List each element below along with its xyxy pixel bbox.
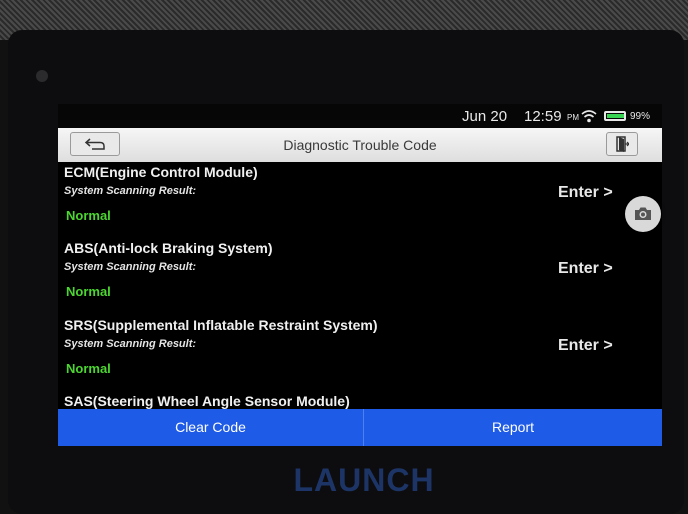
- scan-status: Normal: [66, 361, 111, 376]
- title-bar: Diagnostic Trouble Code: [58, 128, 662, 162]
- tablet-screen: Jun 20 12:59 PM 99% Diagnostic Trouble C…: [58, 104, 662, 446]
- system-list: ECM(Engine Control Module) System Scanni…: [58, 162, 662, 412]
- clear-code-button[interactable]: Clear Code: [58, 409, 364, 446]
- system-name: SAS(Steering Wheel Angle Sensor Module): [64, 393, 350, 409]
- brand-logo: LAUNCH: [293, 462, 435, 498]
- enter-button[interactable]: Enter >: [558, 260, 613, 278]
- back-arrow-icon: [84, 138, 105, 150]
- scan-result-label: System Scanning Result:: [64, 261, 197, 273]
- camera-icon: [635, 207, 651, 220]
- wifi-icon: [581, 110, 597, 123]
- system-name: SRS(Supplemental Inflatable Restraint Sy…: [64, 317, 378, 333]
- battery-icon: [604, 111, 626, 121]
- page-title: Diagnostic Trouble Code: [283, 137, 437, 153]
- battery-percent: 99%: [630, 111, 651, 122]
- exit-button[interactable]: [606, 132, 638, 156]
- status-bar: Jun 20 12:59 PM 99%: [58, 104, 662, 128]
- status-time: 12:59: [524, 108, 562, 125]
- system-name: ABS(Anti-lock Braking System): [64, 240, 273, 256]
- back-button[interactable]: [70, 132, 120, 156]
- exit-icon: [616, 136, 630, 152]
- scan-result-label: System Scanning Result:: [64, 185, 197, 197]
- system-name: ECM(Engine Control Module): [64, 164, 258, 180]
- status-date: Jun 20: [462, 108, 508, 125]
- screenshot-button[interactable]: [625, 196, 661, 232]
- front-camera: [36, 70, 48, 82]
- scan-status: Normal: [66, 208, 111, 223]
- enter-button[interactable]: Enter >: [558, 184, 613, 202]
- status-ampm: PM: [567, 113, 579, 122]
- report-button[interactable]: Report: [364, 409, 662, 446]
- scan-result-label: System Scanning Result:: [64, 338, 197, 350]
- scan-status: Normal: [66, 284, 111, 299]
- battery-level: [607, 114, 624, 118]
- bottom-action-bar: Clear Code Report: [58, 409, 662, 446]
- enter-button[interactable]: Enter >: [558, 337, 613, 355]
